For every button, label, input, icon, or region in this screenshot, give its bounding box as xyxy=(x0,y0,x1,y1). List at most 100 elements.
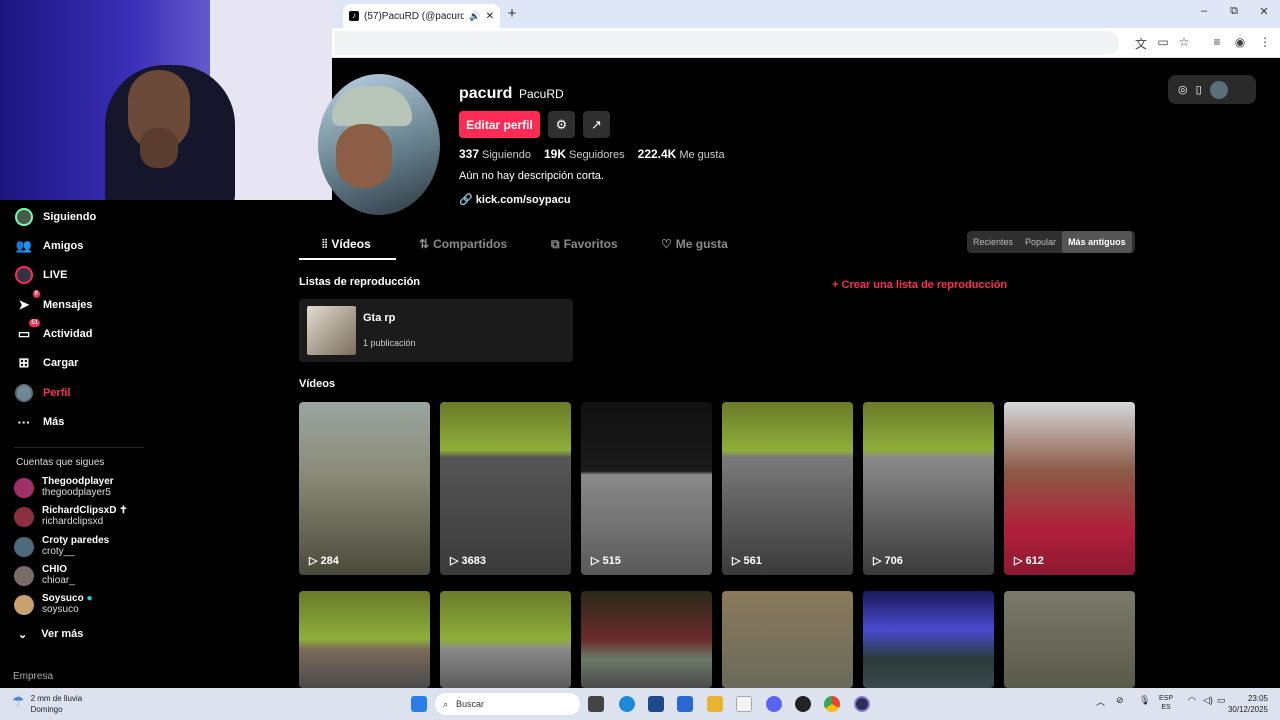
settings-button[interactable]: ⚙ xyxy=(548,111,575,138)
profile-bio: Aún no hay descripción corta. xyxy=(459,170,604,182)
outlook-icon[interactable] xyxy=(677,696,693,712)
followed-account[interactable]: Soysuco ● soysuco xyxy=(14,593,93,616)
weather-widget[interactable]: ☂ 2 mm de lluvia Domingo xyxy=(12,693,82,715)
store-icon[interactable] xyxy=(648,696,664,712)
video-card[interactable]: ▷ 612 xyxy=(1004,402,1135,575)
video-card[interactable]: ▷ 284 xyxy=(299,402,430,575)
company-link[interactable]: Empresa xyxy=(13,671,53,682)
translate-icon[interactable]: 文 xyxy=(1133,35,1149,52)
followed-account[interactable]: RichardClipsxD ✝ richardclipsxd xyxy=(14,505,128,528)
start-icon[interactable] xyxy=(411,696,427,712)
video-card[interactable] xyxy=(722,591,853,688)
clock-date: 30/12/2025 xyxy=(1227,705,1268,714)
messages-badge: 6 xyxy=(32,290,40,298)
video-card[interactable] xyxy=(440,591,571,688)
tab-favorites[interactable]: ⧉ Favoritos xyxy=(551,237,618,252)
profile-avatar[interactable] xyxy=(318,74,440,215)
tab-reposts[interactable]: ⇅ Compartidos xyxy=(419,237,507,251)
share-icon: ↗ xyxy=(591,116,602,132)
phone-icon[interactable]: ▯ xyxy=(1196,83,1202,96)
sidebar-item-activity[interactable]: ▭ 51 Actividad xyxy=(14,319,93,344)
cast-icon[interactable]: ▭ xyxy=(1155,35,1171,49)
sidebar-item-label: Mensajes xyxy=(43,299,93,311)
see-more-button[interactable]: ⌄ Ver más xyxy=(18,628,83,641)
user-avatar[interactable] xyxy=(1209,80,1228,99)
tab-videos[interactable]: ⦙⦙ Vídeos xyxy=(322,237,371,252)
edit-profile-button[interactable]: Editar perfil xyxy=(459,111,540,138)
tray-expand-icon[interactable]: ︿ xyxy=(1096,695,1105,708)
verified-icon: ● xyxy=(86,593,93,604)
maximize-button[interactable]: ⧉ xyxy=(1226,5,1242,18)
tab-likes[interactable]: ♡ Me gusta xyxy=(661,237,728,251)
taskbar-clock[interactable]: 23:05 30/12/2025 xyxy=(1226,693,1268,715)
sort-option-recent[interactable]: Recientes xyxy=(967,231,1019,253)
video-card[interactable]: ▷ 515 xyxy=(581,402,712,575)
obs-icon[interactable] xyxy=(854,696,870,712)
profile-stats: 337 Siguiendo 19K Seguidores 222.4K Me gust… xyxy=(459,147,725,161)
sidebar-item-friends[interactable]: 👥 Amigos xyxy=(14,236,83,256)
video-card[interactable] xyxy=(581,591,712,688)
video-card[interactable]: ▷ 561 xyxy=(722,402,853,575)
account-username: chioar_ xyxy=(42,575,75,586)
video-card[interactable] xyxy=(1004,591,1135,688)
sidebar-item-following[interactable]: Siguiendo xyxy=(14,207,96,227)
avatar xyxy=(14,536,34,557)
tab-close-icon[interactable]: ✕ xyxy=(486,11,494,22)
notepad-icon[interactable] xyxy=(736,696,752,712)
sidebar-item-label: Siguiendo xyxy=(43,211,97,223)
sidebar-item-more[interactable]: ··· Más xyxy=(14,412,65,432)
followed-account[interactable]: CHIO chioar_ xyxy=(14,564,75,587)
sidebar-item-label: Amigos xyxy=(43,240,84,252)
sidebar-item-live[interactable]: LIVE xyxy=(14,265,67,285)
app-icon[interactable] xyxy=(795,696,811,712)
minimize-button[interactable]: – xyxy=(1196,5,1212,17)
chrome-icon[interactable] xyxy=(824,696,840,712)
followed-account[interactable]: Thegoodplayer thegoodplayer5 xyxy=(14,476,114,499)
task-view-icon[interactable] xyxy=(588,696,604,712)
browser-tab[interactable]: ♪ (57)PacuRD (@pacurd) | Tik 🔊 ✕ xyxy=(343,4,500,28)
sidebar-item-label: Cargar xyxy=(43,357,79,369)
menu-icon[interactable]: ⋮ xyxy=(1257,35,1273,49)
close-window-button[interactable]: ✕ xyxy=(1256,5,1272,18)
taskbar-search[interactable]: ⌕ Buscar xyxy=(435,693,580,715)
reading-list-icon[interactable]: ≡ xyxy=(1209,35,1225,49)
followed-account[interactable]: Croty paredes croty__ xyxy=(14,535,109,558)
microphone-icon[interactable]: 🎙 xyxy=(1139,695,1150,706)
battery-icon[interactable]: ▭ xyxy=(1217,695,1226,706)
avatar xyxy=(14,594,34,615)
edge-icon[interactable] xyxy=(619,696,635,712)
video-card[interactable]: ▷ 706 xyxy=(863,402,994,575)
avatar-cap xyxy=(332,86,412,126)
discord-icon[interactable] xyxy=(766,696,782,712)
sidebar-item-messages[interactable]: ➤ 6 Mensajes xyxy=(14,290,93,315)
video-card[interactable] xyxy=(863,591,994,688)
tab-audio-icon[interactable]: 🔊 xyxy=(469,11,480,22)
sort-option-oldest[interactable]: Más antiguos xyxy=(1062,231,1132,253)
sidebar-item-upload[interactable]: ⊞ Cargar xyxy=(14,353,79,373)
view-count: ▷ 284 xyxy=(309,555,339,567)
file-explorer-icon[interactable] xyxy=(707,696,723,712)
new-tab-button[interactable]: + xyxy=(505,5,519,22)
share-button[interactable]: ↗ xyxy=(583,111,610,138)
video-card[interactable] xyxy=(299,591,430,688)
tray-app-icon[interactable]: ⊘ xyxy=(1116,695,1124,706)
language-indicator[interactable]: ESP ES xyxy=(1159,694,1173,712)
sidebar-item-profile[interactable]: Perfil xyxy=(14,383,71,403)
likes-count: 222.4K xyxy=(637,147,677,161)
compass-icon[interactable]: ◎ xyxy=(1178,83,1188,96)
create-playlist-button[interactable]: + Crear una lista de reproducción xyxy=(832,279,1007,291)
sort-option-popular[interactable]: Popular xyxy=(1019,231,1062,253)
active-tab-indicator xyxy=(299,258,396,260)
following-stat[interactable]: 337 Siguiendo xyxy=(459,147,531,161)
wifi-icon[interactable]: ◠ xyxy=(1188,695,1196,706)
bookmark-star-icon[interactable]: ☆ xyxy=(1176,35,1192,49)
video-card[interactable]: ▷ 3683 xyxy=(440,402,571,575)
address-bar[interactable] xyxy=(334,31,1119,55)
followers-stat[interactable]: 19K Seguidores xyxy=(544,147,625,161)
account-icon[interactable]: ◉ xyxy=(1232,35,1248,49)
profile-link[interactable]: 🔗 kick.com/soypacu xyxy=(459,193,571,206)
account-name: Croty paredes xyxy=(42,535,110,546)
top-right-toolbar: ◎ ▯ xyxy=(1168,75,1256,104)
volume-icon[interactable]: ◁) xyxy=(1203,695,1213,706)
play-icon: ▷ xyxy=(873,555,885,567)
